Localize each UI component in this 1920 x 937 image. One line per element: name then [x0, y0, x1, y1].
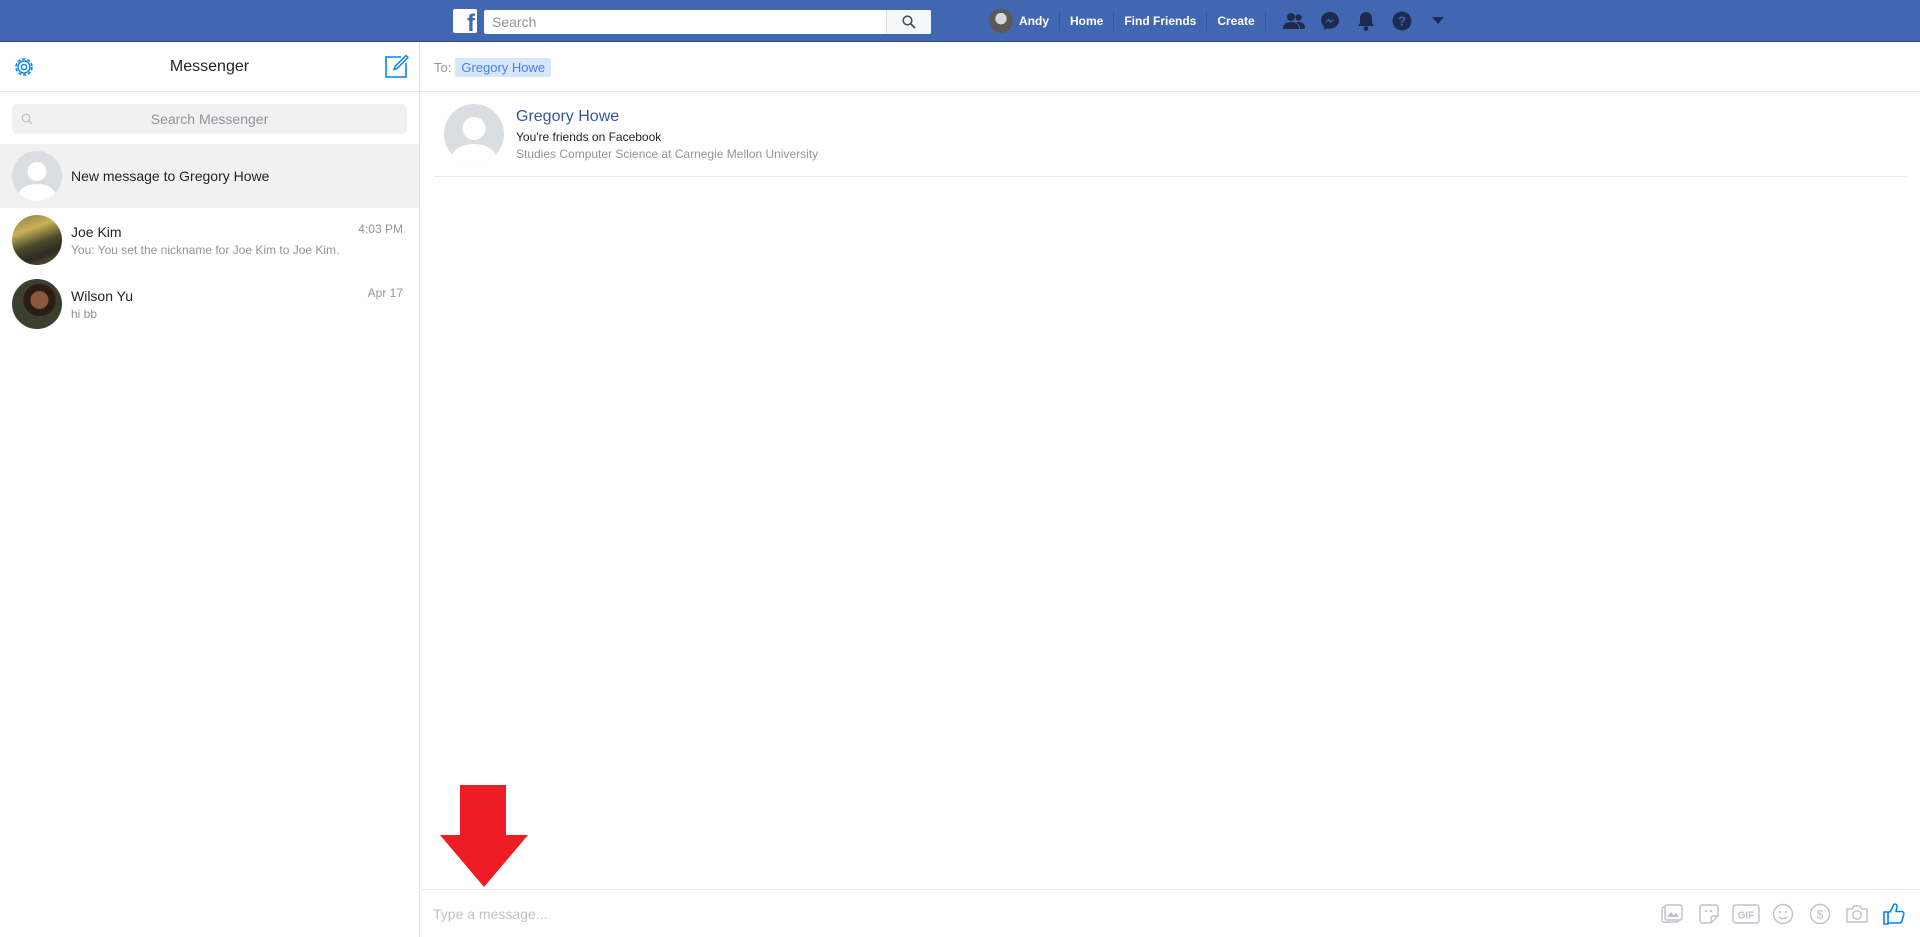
compose-icon [385, 54, 410, 78]
recipient-profile-card: Gregory Howe You're friends on Facebook … [434, 92, 1908, 177]
messenger-icon [1320, 12, 1339, 30]
conversation-sidebar: Messenger New message to Gregory Howe Jo… [0, 43, 420, 937]
friend-requests-button[interactable] [1276, 0, 1312, 42]
nav-link-home[interactable]: Home [1060, 11, 1115, 31]
messenger-button[interactable] [1312, 0, 1348, 42]
top-search-button[interactable] [886, 10, 931, 34]
emoji-icon [1772, 903, 1793, 924]
payment-icon: $ [1809, 903, 1830, 924]
profile-education: Studies Computer Science at Carnegie Mel… [516, 146, 819, 161]
camera-icon [1845, 904, 1868, 923]
settings-button[interactable] [12, 55, 36, 79]
notifications-button[interactable] [1348, 0, 1384, 42]
nav-icon-group: ? [1276, 0, 1456, 42]
nav-link-create[interactable]: Create [1207, 11, 1266, 31]
like-button[interactable] [1875, 896, 1912, 932]
nav-link-label: Home [1070, 14, 1104, 28]
help-button[interactable]: ? [1384, 0, 1420, 42]
send-money-button[interactable]: $ [1801, 896, 1838, 932]
message-input[interactable] [421, 905, 1653, 922]
avatar[interactable] [444, 104, 504, 164]
conversation-item-new-message[interactable]: New message to Gregory Howe [0, 144, 419, 208]
image-icon [1660, 903, 1683, 923]
conversation-name: Wilson Yu [71, 287, 133, 304]
to-label: To: [434, 59, 452, 75]
sticker-icon [1698, 903, 1719, 924]
conversation-item-wilson-yu[interactable]: Wilson Yu hi bb Apr 17 [0, 272, 419, 336]
add-photo-button[interactable] [1653, 896, 1690, 932]
new-message-button[interactable] [383, 54, 410, 80]
thumbs-up-icon [1882, 902, 1905, 925]
search-icon [21, 113, 33, 125]
question-icon: ? [1392, 11, 1412, 31]
friends-icon [1282, 13, 1305, 29]
avatar [989, 9, 1013, 33]
top-search-input[interactable] [484, 10, 886, 34]
conversation-info: Wilson Yu hi bb [71, 288, 407, 321]
conversation-snippet: You: You set the nickname for Joe Kim to… [71, 242, 340, 257]
profile-name-link[interactable]: Gregory Howe [516, 108, 818, 126]
top-navigation-bar: f Andy Home Find Friends Create ? [0, 0, 1920, 42]
profile-info: Gregory Howe You're friends on Facebook … [516, 108, 818, 161]
nav-link-find-friends[interactable]: Find Friends [1114, 11, 1208, 31]
gif-button[interactable]: GIF [1727, 896, 1764, 932]
conversation-time: Apr 17 [367, 286, 403, 300]
recipient-chip[interactable]: Gregory Howe [455, 57, 552, 77]
conversation-name: Joe Kim [71, 223, 122, 240]
svg-text:$: $ [1816, 907, 1823, 921]
svg-text:GIF: GIF [1737, 910, 1754, 921]
camera-button[interactable] [1838, 896, 1875, 932]
nav-link-label: Create [1217, 14, 1255, 28]
top-nav-right: Andy Home Find Friends Create ? [989, 0, 1456, 42]
avatar [12, 279, 62, 329]
sidebar-header: Messenger [0, 43, 419, 92]
top-search-box [484, 10, 931, 34]
sidebar-title: Messenger [169, 58, 250, 75]
conversation-pane: To: Gregory Howe Gregory Howe You're fri… [421, 43, 1920, 937]
avatar [12, 151, 62, 201]
annotation-arrow-icon [440, 785, 528, 887]
conversation-time: 4:03 PM [358, 222, 403, 236]
account-menu-button[interactable] [1420, 0, 1456, 42]
nav-profile-name: Andy [1019, 14, 1049, 28]
conversation-info: Joe Kim You: You set the nickname for Jo… [71, 224, 407, 257]
bell-icon [1357, 12, 1374, 31]
facebook-logo[interactable]: f [453, 9, 477, 33]
nav-link-label: Find Friends [1124, 14, 1197, 28]
messenger-search [12, 104, 407, 134]
friendship-status: You're friends on Facebook [516, 129, 662, 144]
sticker-button[interactable] [1690, 896, 1727, 932]
message-composer: GIF $ [421, 889, 1920, 937]
composer-actions: GIF $ [1653, 896, 1912, 932]
caret-down-icon [1431, 17, 1444, 24]
svg-text:?: ? [1398, 14, 1406, 29]
emoji-button[interactable] [1764, 896, 1801, 932]
avatar [12, 215, 62, 265]
nav-profile-link[interactable]: Andy [989, 9, 1060, 33]
conversation-item-joe-kim[interactable]: Joe Kim You: You set the nickname for Jo… [0, 208, 419, 272]
recipient-bar: To: Gregory Howe [421, 43, 1920, 92]
conversation-name: New message to Gregory Howe [71, 168, 270, 184]
gear-icon [15, 58, 33, 76]
conversation-snippet: hi bb [71, 306, 98, 321]
gif-icon: GIF [1731, 903, 1760, 924]
search-icon [902, 15, 916, 29]
messenger-search-input[interactable] [12, 111, 407, 127]
conversation-info: New message to Gregory Howe [71, 168, 407, 184]
